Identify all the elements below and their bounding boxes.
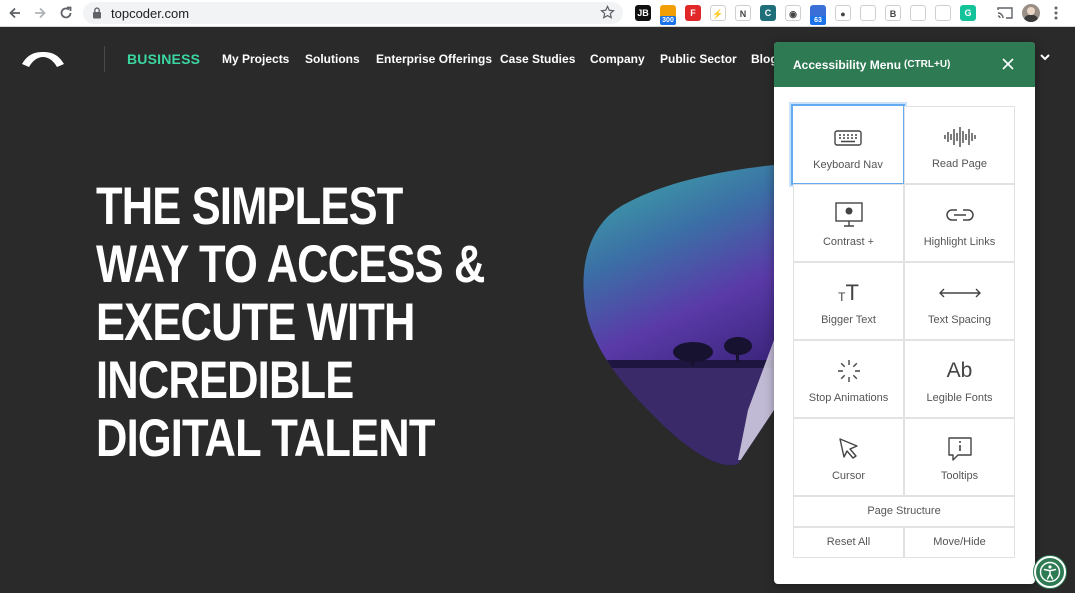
- accessibility-person-icon: [1039, 561, 1061, 583]
- browser-menu-icon[interactable]: [1053, 6, 1059, 20]
- text-size-icon: TT: [838, 280, 859, 305]
- close-icon[interactable]: [1000, 56, 1016, 72]
- tool-label: Text Spacing: [928, 314, 991, 326]
- chevron-down-icon[interactable]: [1039, 52, 1051, 62]
- keyboard-icon: [834, 130, 862, 146]
- accessibility-menu-title: Accessibility Menu: [793, 58, 902, 72]
- accessibility-menu-header: Accessibility Menu (CTRL+U): [774, 42, 1035, 87]
- extension-badge: 300: [660, 16, 676, 25]
- tool-contrast[interactable]: Contrast +: [793, 184, 904, 262]
- jb-ext-icon[interactable]: JB: [635, 5, 651, 21]
- accessibility-toggle-button[interactable]: [1034, 556, 1066, 588]
- bookmark-star-icon[interactable]: [600, 5, 615, 20]
- reset-all-button[interactable]: Reset All: [793, 527, 904, 558]
- hero-headline: THE SIMPLEST WAY TO ACCESS & EXECUTE WIT…: [96, 178, 490, 468]
- browser-toolbar: topcoder.com JB 300 F ⚡ N C ◉ 63 ● B G: [0, 0, 1075, 27]
- cursor-icon: [838, 438, 858, 459]
- tool-label: Cursor: [831, 470, 865, 482]
- box-ext-icon[interactable]: [910, 5, 926, 21]
- tool-read-page[interactable]: Read Page: [904, 106, 1015, 184]
- tool-highlight-links[interactable]: Highlight Links: [904, 184, 1015, 262]
- address-bar[interactable]: topcoder.com: [83, 2, 623, 24]
- extension-badge: 63: [810, 16, 826, 25]
- topcoder-logo-icon[interactable]: [20, 50, 66, 68]
- reload-icon: [60, 6, 72, 19]
- dropbox-ext-icon[interactable]: [860, 5, 876, 21]
- n-ext-icon[interactable]: N: [735, 5, 751, 21]
- tool-label: Read Page: [931, 158, 988, 170]
- soundwave-icon: [943, 127, 976, 147]
- horizontal-arrows-icon: [938, 288, 981, 298]
- b-ext-icon[interactable]: B: [885, 5, 901, 21]
- tool-label: Bigger Text: [821, 314, 876, 326]
- nav-company[interactable]: Company: [590, 52, 645, 66]
- c-ext-icon[interactable]: C: [760, 5, 776, 21]
- hero-line: DIGITAL TALENT: [96, 409, 435, 468]
- shield-ext-icon[interactable]: [935, 5, 951, 21]
- sound-ext-icon[interactable]: ◉: [785, 5, 801, 21]
- nav-my-projects[interactable]: My Projects: [222, 52, 289, 66]
- flipboard-ext-icon[interactable]: F: [685, 5, 701, 21]
- tool-label: Keyboard Nav: [813, 159, 883, 171]
- lightning-ext-icon[interactable]: ⚡: [710, 5, 726, 21]
- nav-enterprise-offerings[interactable]: Enterprise Offerings: [376, 52, 492, 66]
- tool-tooltips[interactable]: Tooltips: [904, 418, 1015, 496]
- hero-line: EXECUTE WITH: [96, 293, 415, 352]
- nav-case-studies[interactable]: Case Studies: [500, 52, 575, 66]
- back-arrow-icon: [9, 7, 20, 19]
- nav-public-sector[interactable]: Public Sector: [660, 52, 737, 66]
- nav-solutions[interactable]: Solutions: [305, 52, 360, 66]
- hero-line: THE SIMPLEST: [96, 177, 403, 236]
- hero-image-blob: [583, 165, 774, 466]
- accessibility-shortcut: (CTRL+U): [904, 59, 951, 70]
- tool-label: Legible Fonts: [926, 392, 993, 404]
- lock-icon: [93, 7, 101, 19]
- profile-avatar[interactable]: [1022, 4, 1040, 22]
- page-structure-button[interactable]: Page Structure: [793, 496, 1015, 527]
- header-divider: [104, 46, 105, 72]
- cast-icon[interactable]: [997, 6, 1013, 20]
- monitor-icon: [834, 202, 863, 227]
- tooltip-icon: [947, 437, 972, 461]
- grammarly-ext-icon[interactable]: G: [960, 5, 976, 21]
- earth-ext-icon[interactable]: 63: [810, 5, 826, 25]
- forward-arrow-icon: [35, 7, 46, 19]
- back-button[interactable]: [5, 4, 25, 22]
- tool-text-spacing[interactable]: Text Spacing: [904, 262, 1015, 340]
- tool-stop-animations[interactable]: Stop Animations: [793, 340, 904, 418]
- url-text: topcoder.com: [111, 6, 190, 21]
- reload-button[interactable]: [56, 4, 76, 22]
- hero-line: WAY TO ACCESS &: [96, 235, 485, 294]
- tool-bigger-text[interactable]: TT Bigger Text: [793, 262, 904, 340]
- accessibility-menu: Accessibility Menu (CTRL+U) Keyboard Nav…: [774, 42, 1035, 584]
- tool-legible-fonts[interactable]: Ab Legible Fonts: [904, 340, 1015, 418]
- tool-keyboard-nav[interactable]: Keyboard Nav: [791, 104, 905, 185]
- tool-label: Stop Animations: [808, 392, 889, 404]
- spinner-icon: [837, 360, 860, 382]
- forward-button[interactable]: [30, 4, 50, 22]
- ab-font-icon: Ab: [946, 359, 973, 382]
- feed-ext-icon[interactable]: 300: [660, 5, 676, 25]
- tool-label: Contrast +: [822, 236, 875, 248]
- tool-label: Highlight Links: [923, 236, 996, 248]
- circle-ext-icon[interactable]: ●: [835, 5, 851, 21]
- link-icon: [945, 209, 974, 221]
- tool-label: Tooltips: [940, 470, 979, 482]
- move-hide-button[interactable]: Move/Hide: [904, 527, 1015, 558]
- tool-cursor[interactable]: Cursor: [793, 418, 904, 496]
- business-link[interactable]: BUSINESS: [127, 51, 200, 67]
- hero-line: INCREDIBLE: [96, 351, 354, 410]
